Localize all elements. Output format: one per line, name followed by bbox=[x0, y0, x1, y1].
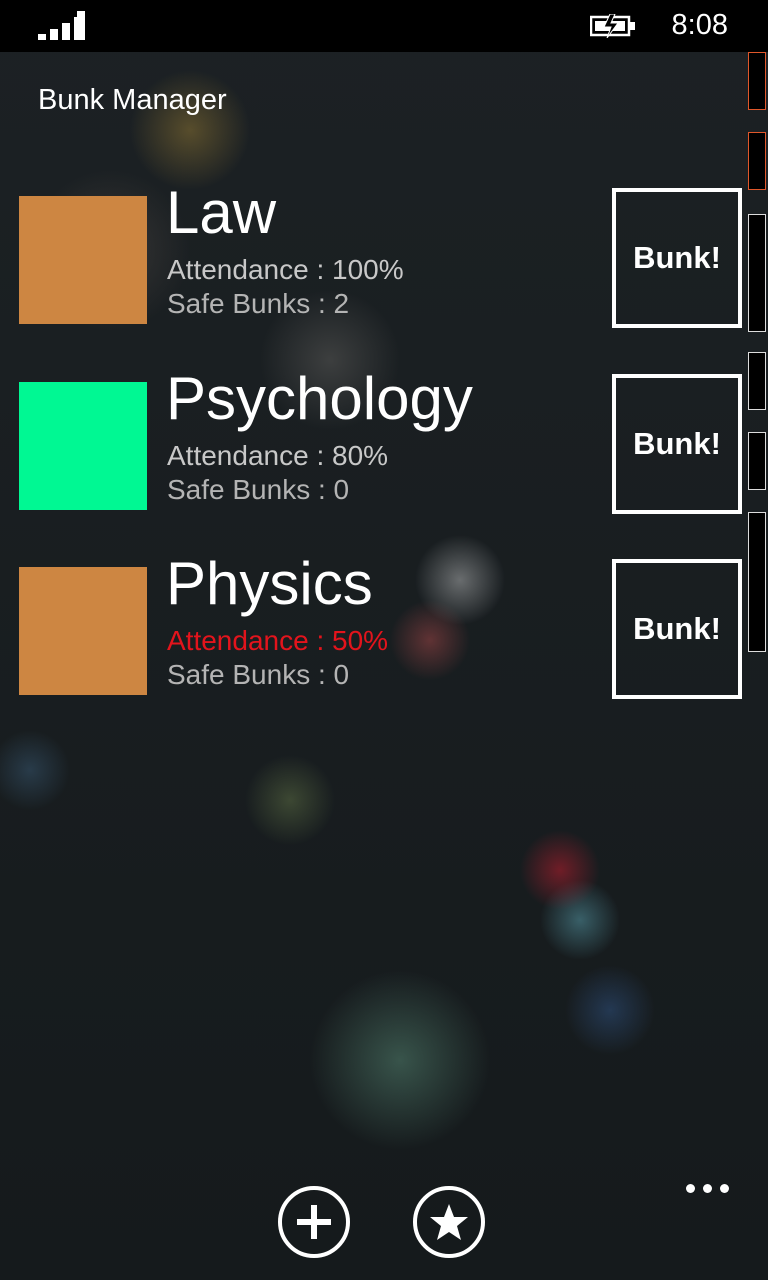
attendance-text: Attendance : 100% bbox=[167, 254, 404, 285]
subject-name: Physics bbox=[166, 550, 373, 617]
status-time: 8:08 bbox=[671, 9, 728, 41]
subject-color-swatch bbox=[19, 382, 147, 510]
safe-bunks-text: Safe Bunks : 2 bbox=[167, 288, 350, 319]
attendance-text: Attendance : 80% bbox=[167, 440, 389, 471]
app-bar bbox=[0, 1160, 768, 1280]
app-title: Bunk Manager bbox=[38, 84, 227, 116]
status-bar: 8:08 bbox=[0, 0, 768, 52]
subject-row-law[interactable]: Law Attendance : 100% Safe Bunks : 2 Bun… bbox=[0, 179, 768, 336]
more-options-button[interactable] bbox=[684, 1180, 732, 1200]
star-icon bbox=[430, 1204, 468, 1240]
safe-bunks-text: Safe Bunks : 0 bbox=[167, 659, 350, 690]
subject-row-physics[interactable]: Physics Attendance : 50% Safe Bunks : 0 … bbox=[0, 550, 768, 707]
subject-row-psychology[interactable]: Psychology Attendance : 80% Safe Bunks :… bbox=[0, 365, 768, 522]
bunk-button[interactable]: Bunk! bbox=[612, 374, 742, 514]
bunk-button[interactable]: Bunk! bbox=[612, 559, 742, 699]
ellipsis-icon bbox=[686, 1184, 695, 1193]
edge-artifact-strip bbox=[748, 52, 768, 672]
bunk-button[interactable]: Bunk! bbox=[612, 188, 742, 328]
subject-name: Law bbox=[166, 179, 277, 246]
subject-color-swatch bbox=[19, 196, 147, 324]
subject-color-swatch bbox=[19, 567, 147, 695]
favorite-button[interactable] bbox=[413, 1186, 485, 1258]
battery-charging-icon bbox=[590, 14, 635, 38]
subject-name: Psychology bbox=[166, 365, 473, 432]
app-screen: 8:08 Bunk Manager Law Attendance : 100% … bbox=[0, 0, 768, 1280]
safe-bunks-text: Safe Bunks : 0 bbox=[167, 474, 350, 505]
add-subject-button[interactable] bbox=[278, 1186, 350, 1258]
attendance-text: Attendance : 50% bbox=[167, 625, 389, 656]
plus-icon bbox=[297, 1205, 331, 1239]
